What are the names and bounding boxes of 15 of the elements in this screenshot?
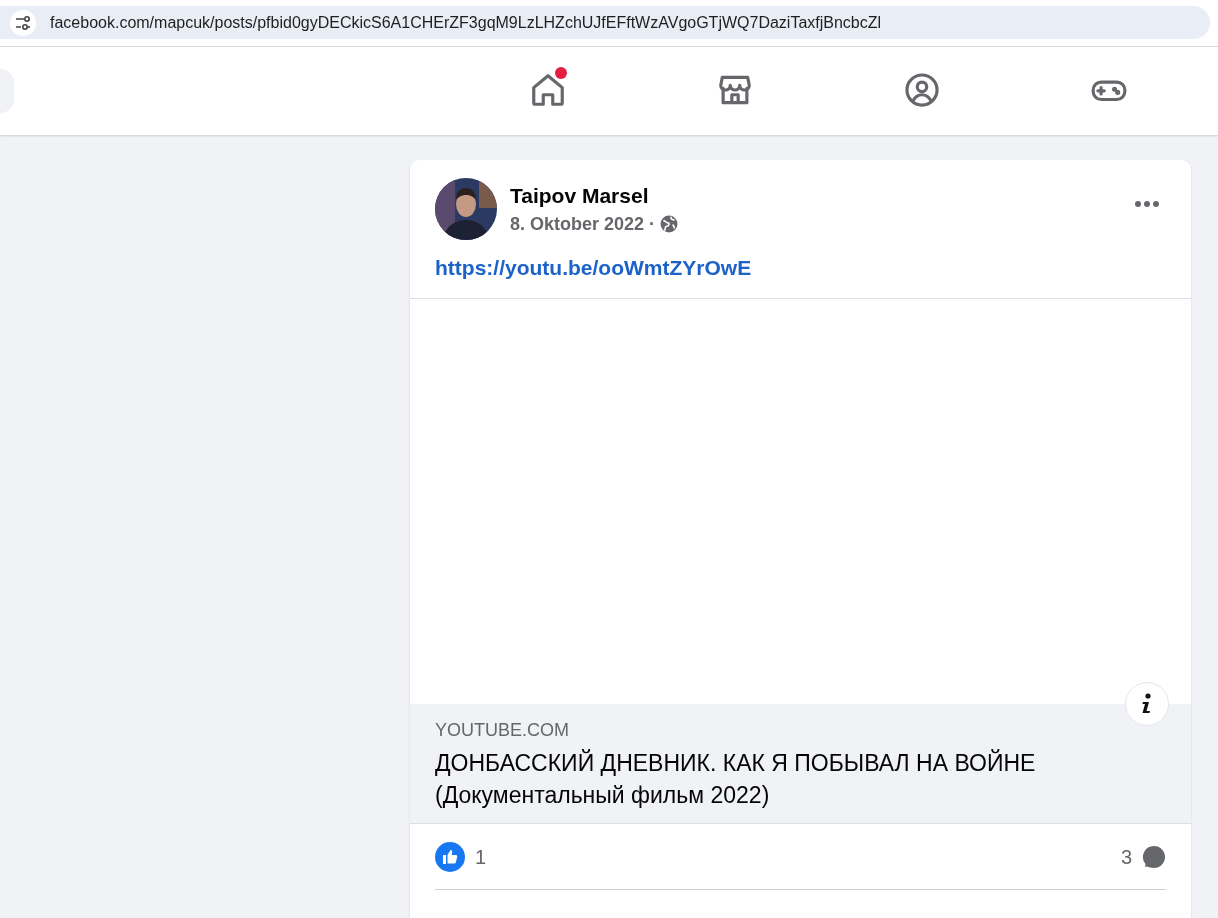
post-date[interactable]: 8. Oktober 2022: [510, 213, 645, 235]
people-icon: [902, 70, 941, 109]
site-settings-icon[interactable]: [10, 9, 36, 36]
comment-icon: [1142, 845, 1166, 870]
info-icon: [1141, 693, 1153, 715]
more-icon: [1134, 199, 1160, 208]
comment-count[interactable]: 3: [1120, 845, 1132, 869]
author-name[interactable]: Taipov Marsel: [510, 183, 1115, 208]
separator: ·: [649, 213, 656, 235]
link-source: YOUTUBE.COM: [435, 720, 570, 741]
like-icon: [435, 842, 465, 873]
link-title[interactable]: ДОНБАССКИЙ ДНЕВНИК. КАК Я ПОБЫВАЛ НА ВОЙНЕ (Документальный фильм 2022): [435, 747, 1166, 812]
reaction-count[interactable]: 1: [475, 845, 487, 869]
globe-icon: [660, 215, 679, 233]
post-link[interactable]: https://youtu.be/ooWmtZYrOwE: [410, 240, 1191, 298]
